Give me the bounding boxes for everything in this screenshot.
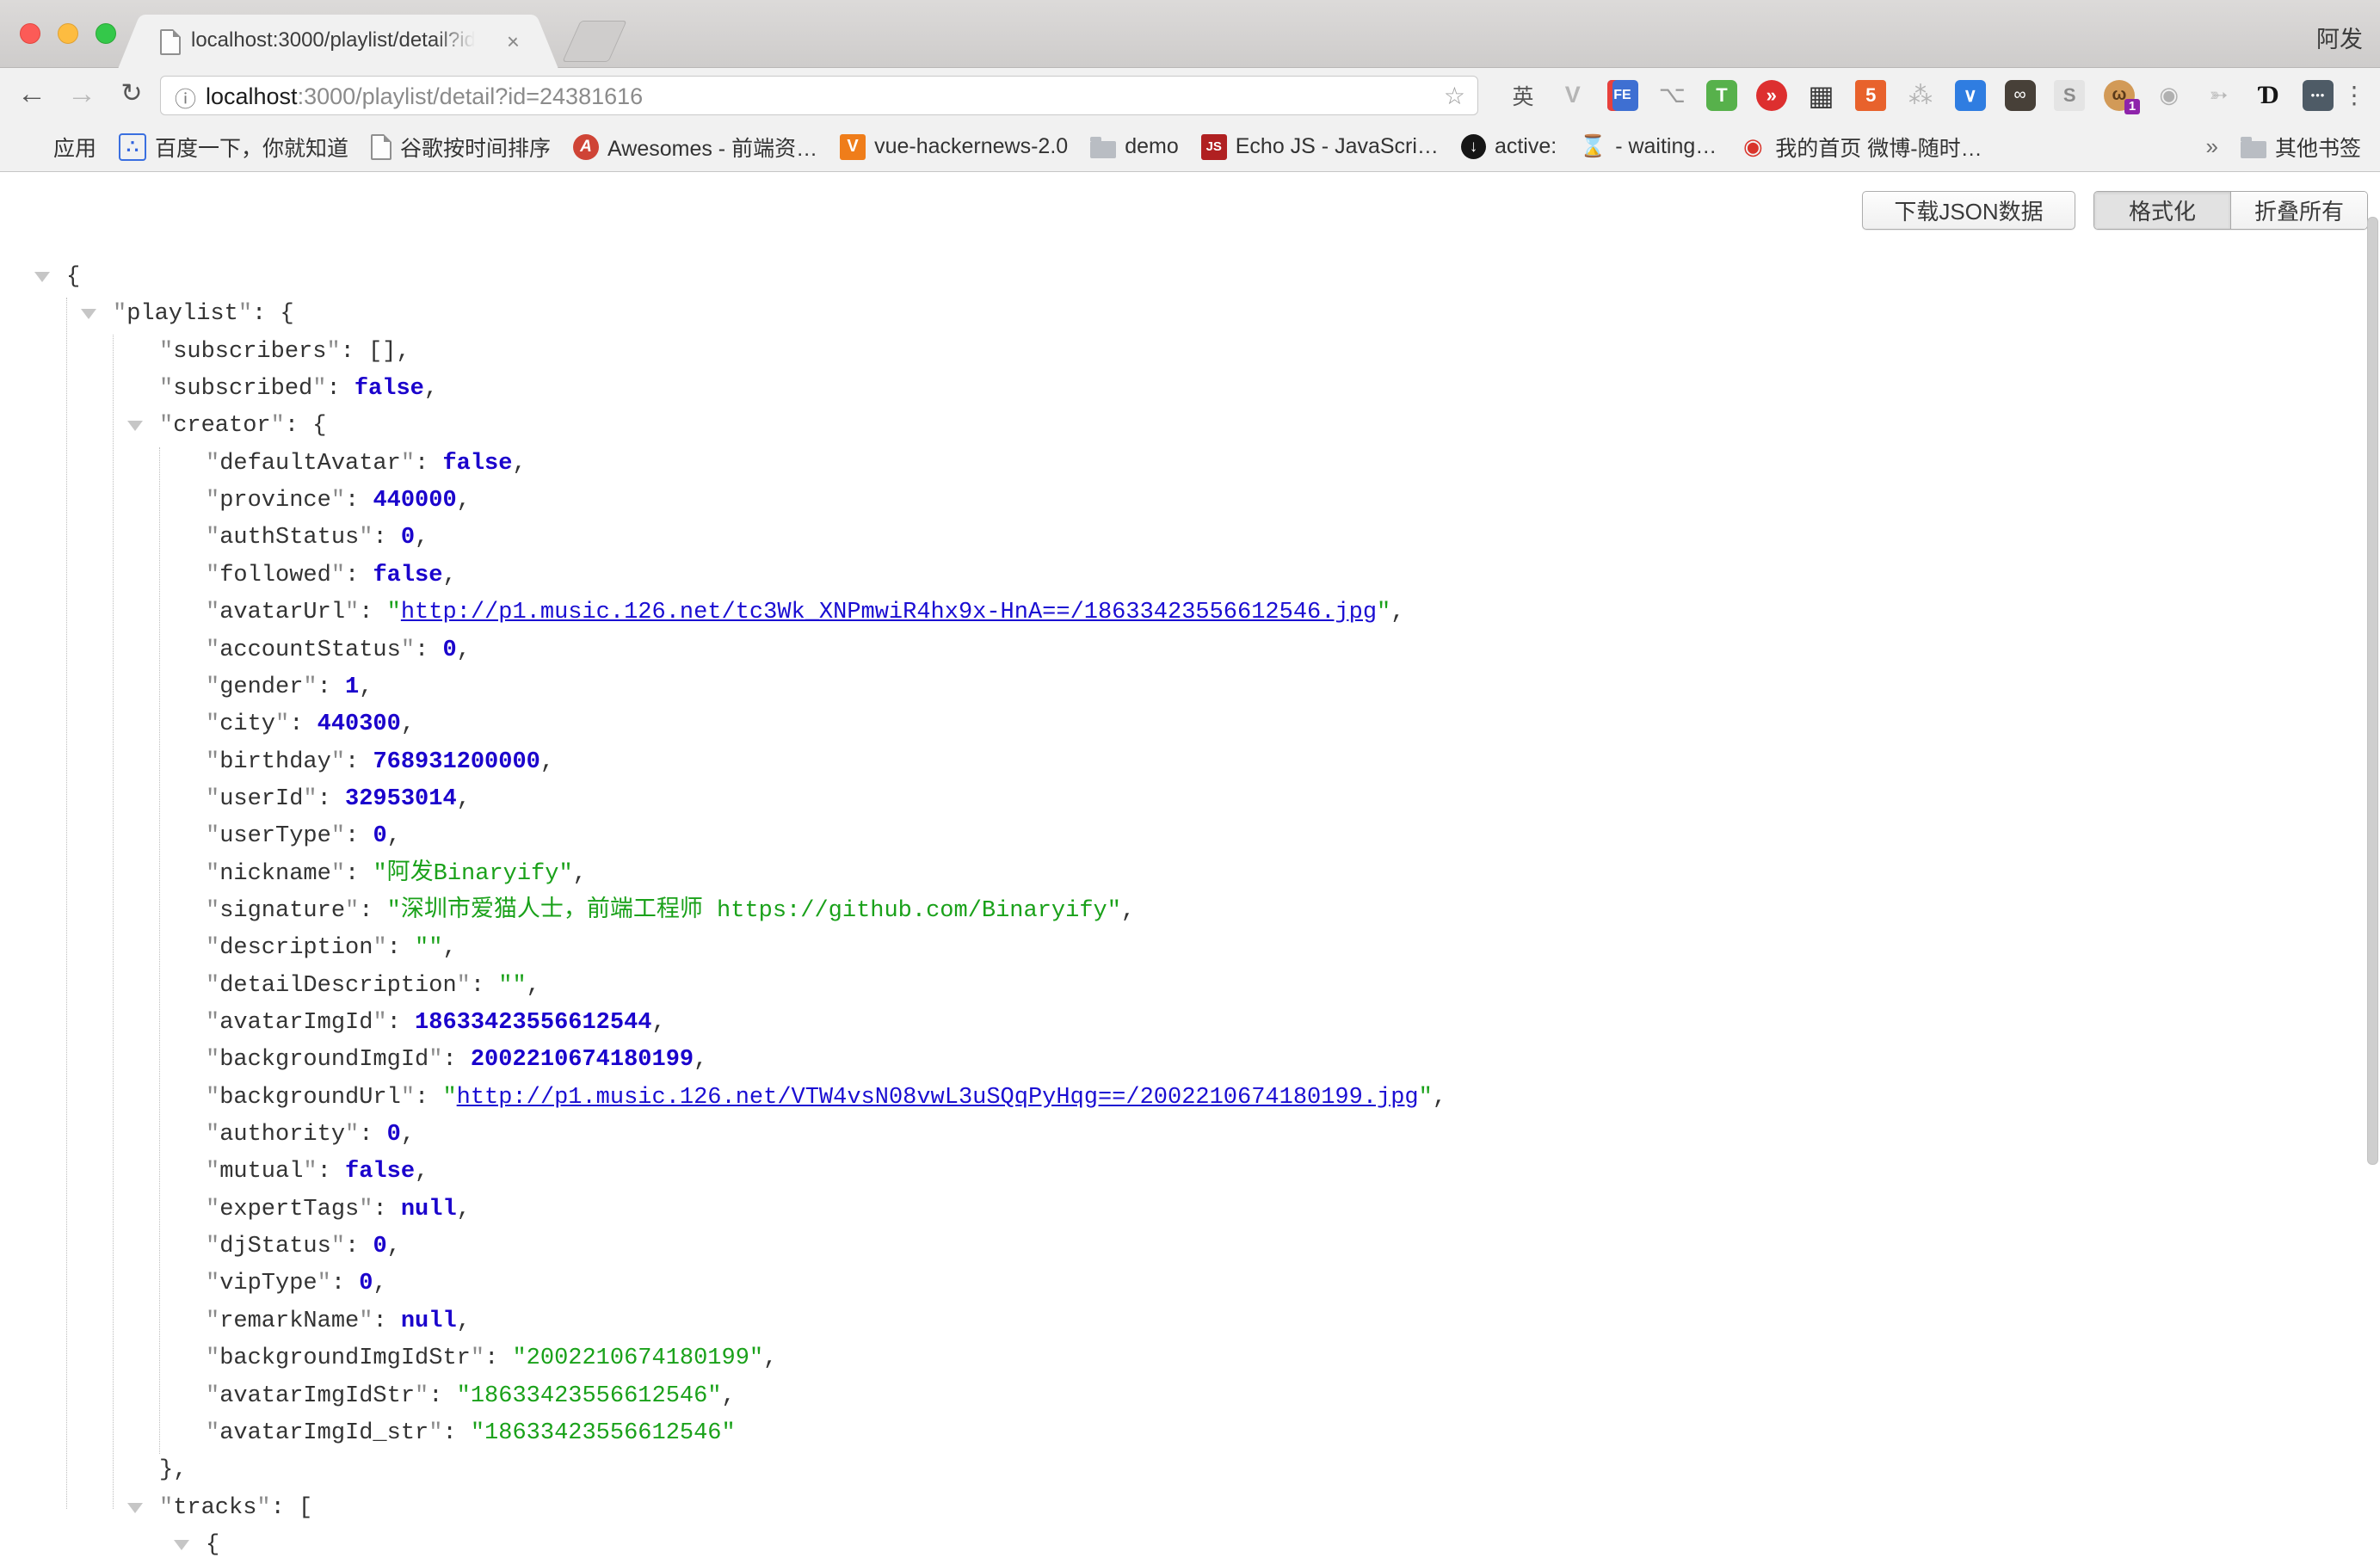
json-row: "followed": false, <box>206 557 457 594</box>
json-row: "description": "", <box>206 930 457 967</box>
collapse-toggle-icon[interactable] <box>34 272 50 282</box>
json-row: "expertTags": null, <box>206 1191 471 1228</box>
json-url-link[interactable]: http://p1.music.126.net/VTW4vsN08vwL3uSQ… <box>457 1085 1419 1111</box>
json-row: "authStatus": 0, <box>206 520 429 557</box>
collapse-toggle-icon[interactable] <box>81 309 96 319</box>
page-favicon-icon <box>160 29 181 55</box>
json-row: "nickname": "阿发Binaryify", <box>206 856 587 893</box>
json-row: "avatarImgId": 18633423556612544, <box>206 1005 666 1042</box>
json-row: "avatarImgIdStr": "18633423556612546", <box>206 1378 736 1415</box>
json-row: }, <box>159 1452 187 1489</box>
json-row: "defaultAvatar": false, <box>206 446 527 483</box>
indent-guide <box>66 298 67 1509</box>
json-row: "creator": { <box>159 408 326 445</box>
json-row: "djStatus": 0, <box>206 1228 401 1265</box>
json-row: "city": 440300, <box>206 706 415 743</box>
json-row: "avatarUrl": "http://p1.music.126.net/tc… <box>206 594 1404 631</box>
json-row: "avatarImgId_str": "18633423556612546" <box>206 1415 736 1452</box>
collapse-toggle-icon[interactable] <box>127 421 143 431</box>
json-row: "birthday": 768931200000, <box>206 744 554 781</box>
json-row: "userType": 0, <box>206 818 401 855</box>
json-row: "signature": "深圳市爱猫人士，前端工程师 https://gith… <box>206 893 1135 930</box>
json-row: "authority": 0, <box>206 1117 415 1154</box>
indent-guide <box>113 335 114 1509</box>
collapse-toggle-icon[interactable] <box>174 1540 189 1550</box>
json-row: "backgroundImgId": 2002210674180199, <box>206 1042 707 1079</box>
json-row: "remarkName": null, <box>206 1303 471 1340</box>
indent-guide <box>159 447 160 1454</box>
json-row: "detailDescription": "", <box>206 968 540 1005</box>
json-row: "gender": 1, <box>206 669 373 706</box>
json-url-link[interactable]: http://p1.music.126.net/tc3Wk_XNPmwiR4hx… <box>401 600 1377 625</box>
json-row: { <box>206 1527 219 1564</box>
json-row: "playlist": { <box>113 296 294 333</box>
tab-title: localhost:3000/playlist/detail?id=243816… <box>191 28 475 56</box>
json-row: "backgroundImgIdStr": "2002210674180199"… <box>206 1340 777 1377</box>
page-scrollbar[interactable] <box>2367 217 2378 1165</box>
json-tree-view: { "playlist": {"subscribers": [],"subscri… <box>0 0 2380 1337</box>
json-row: "mutual": false, <box>206 1154 429 1191</box>
json-row: { <box>66 259 80 296</box>
json-row: "subscribed": false, <box>159 371 438 408</box>
json-row: "province": 440000, <box>206 483 471 520</box>
browser-tab[interactable]: localhost:3000/playlist/detail?id=243816… <box>145 15 532 68</box>
json-row: "userId": 32953014, <box>206 781 471 818</box>
tab-close-icon[interactable]: × <box>507 28 520 55</box>
json-row: "backgroundUrl": "http://p1.music.126.ne… <box>206 1080 1446 1117</box>
json-row: "subscribers": [], <box>159 334 410 371</box>
json-row: "accountStatus": 0, <box>206 632 471 669</box>
collapse-toggle-icon[interactable] <box>127 1503 143 1513</box>
json-row: "vipType": 0, <box>206 1265 387 1302</box>
